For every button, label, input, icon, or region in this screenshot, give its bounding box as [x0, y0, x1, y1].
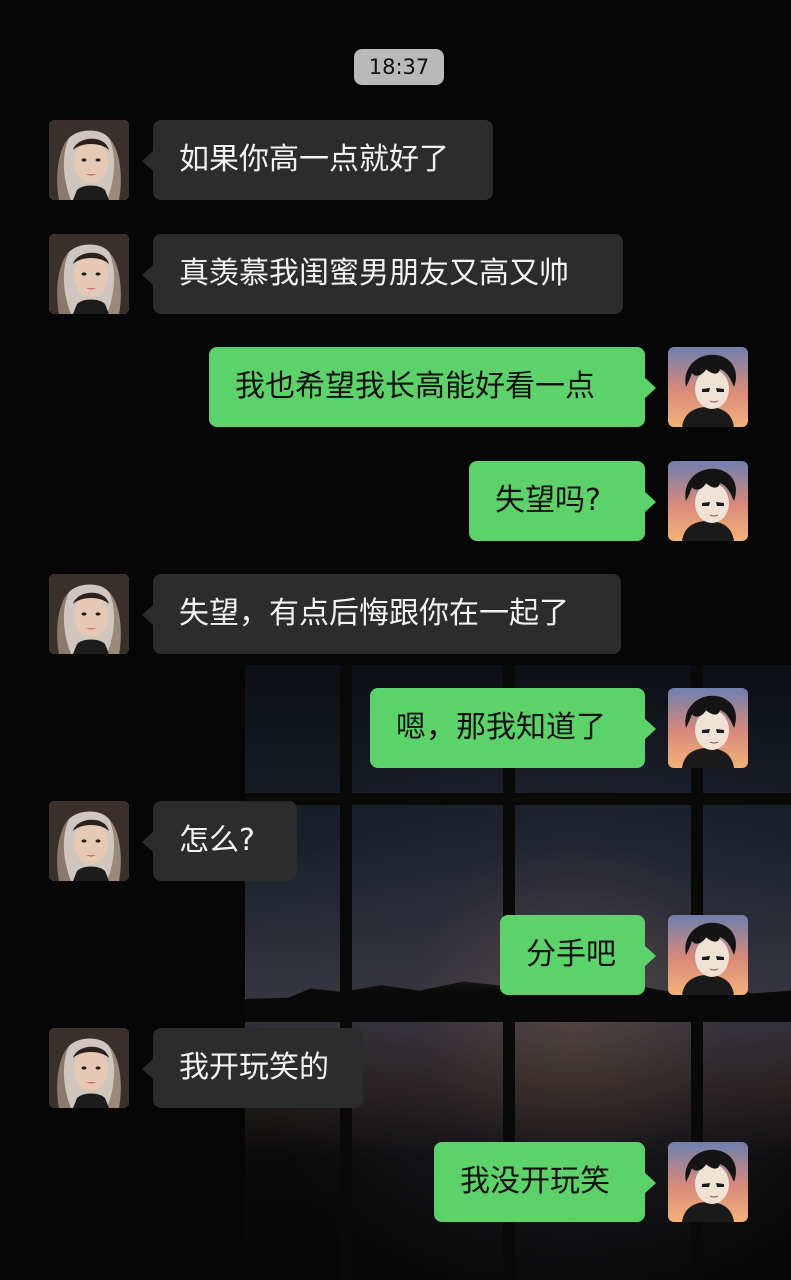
- message-text: 失望，有点后悔跟你在一起了: [179, 596, 569, 631]
- self-avatar-icon[interactable]: [668, 347, 748, 427]
- contact-avatar-icon[interactable]: [49, 1028, 129, 1108]
- contact-avatar-icon[interactable]: [49, 801, 129, 881]
- incoming-message[interactable]: 我开玩笑的: [142, 1028, 363, 1108]
- self-avatar-icon[interactable]: [668, 915, 748, 995]
- incoming-message[interactable]: 真羡慕我闺蜜男朋友又高又帅: [142, 234, 623, 314]
- message-text: 失望吗?: [495, 483, 601, 518]
- message-text: 我也希望我长高能好看一点: [235, 369, 595, 404]
- outgoing-message[interactable]: 我也希望我长高能好看一点: [209, 347, 656, 427]
- outgoing-message[interactable]: 嗯，那我知道了: [370, 688, 656, 768]
- timestamp-badge: 18:37: [354, 49, 444, 85]
- self-avatar-icon[interactable]: [668, 461, 748, 541]
- outgoing-message[interactable]: 分手吧: [500, 915, 656, 995]
- window-frame: [245, 793, 791, 805]
- contact-avatar-icon[interactable]: [49, 574, 129, 654]
- incoming-message[interactable]: 失望，有点后悔跟你在一起了: [142, 574, 621, 654]
- message-text: 我开玩笑的: [179, 1050, 329, 1085]
- message-text: 分手吧: [526, 937, 616, 972]
- outgoing-message[interactable]: 我没开玩笑: [434, 1142, 656, 1222]
- self-avatar-icon[interactable]: [668, 688, 748, 768]
- message-text: 嗯，那我知道了: [396, 710, 606, 745]
- incoming-message[interactable]: 怎么?: [142, 801, 297, 881]
- message-text: 真羡慕我闺蜜男朋友又高又帅: [179, 256, 569, 291]
- message-text: 我没开玩笑: [460, 1164, 610, 1199]
- window-frame: [340, 665, 352, 1280]
- outgoing-message[interactable]: 失望吗?: [469, 461, 656, 541]
- contact-avatar-icon[interactable]: [49, 120, 129, 200]
- message-text: 怎么?: [179, 823, 255, 858]
- self-avatar-icon[interactable]: [668, 1142, 748, 1222]
- message-text: 如果你高一点就好了: [179, 142, 449, 177]
- contact-avatar-icon[interactable]: [49, 234, 129, 314]
- incoming-message[interactable]: 如果你高一点就好了: [142, 120, 493, 200]
- chat-screen: 18:37 如果你高一点就好了 真羡慕我闺蜜男朋友又高又帅 我也希望我长高能好看…: [0, 0, 791, 1280]
